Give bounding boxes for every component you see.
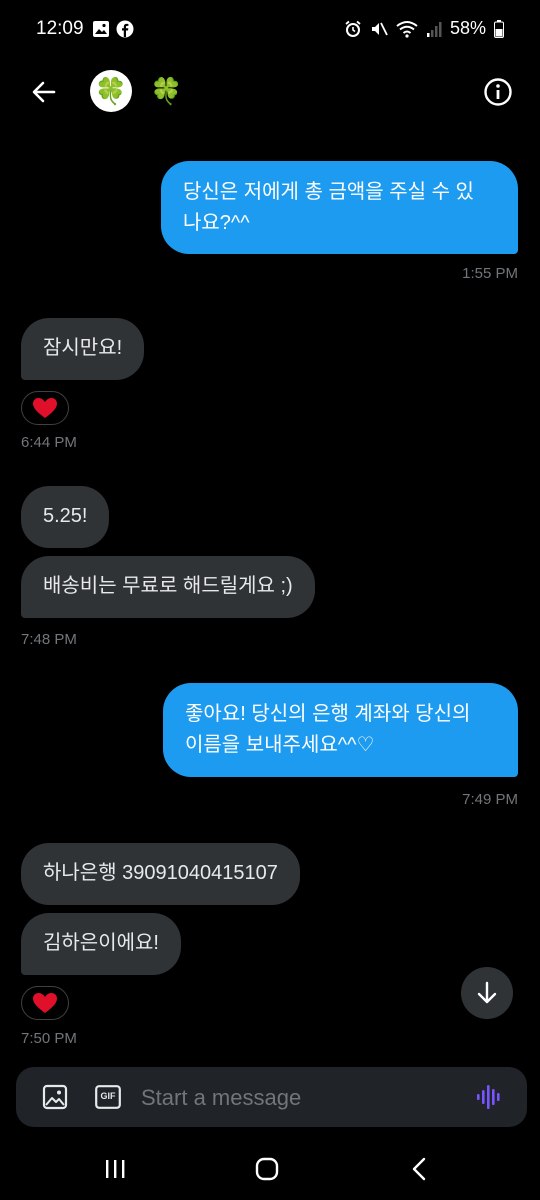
heart-icon bbox=[33, 398, 57, 418]
system-navigation-bar bbox=[0, 1140, 540, 1200]
scroll-to-bottom-button[interactable] bbox=[461, 967, 513, 1019]
message-incoming[interactable]: 5.25! bbox=[21, 486, 110, 548]
gif-label: GIF bbox=[100, 1091, 116, 1101]
message-input[interactable] bbox=[139, 1081, 463, 1115]
mute-icon bbox=[371, 22, 388, 35]
gallery-icon bbox=[93, 21, 109, 37]
info-icon[interactable] bbox=[482, 76, 514, 108]
message-timestamp: 7:49 PM bbox=[462, 791, 518, 808]
voice-message-icon[interactable] bbox=[476, 1083, 504, 1111]
home-icon[interactable] bbox=[255, 1157, 279, 1181]
wifi-icon bbox=[396, 20, 418, 38]
recent-apps-icon[interactable] bbox=[103, 1158, 127, 1180]
reaction-badge[interactable] bbox=[21, 391, 69, 425]
message-outgoing[interactable]: 좋아요! 당신의 은행 계좌와 당신의 이름을 보내주세요^^♡ bbox=[163, 683, 518, 777]
battery-icon bbox=[494, 19, 504, 38]
contact-name[interactable]: 🍀 bbox=[150, 76, 182, 107]
message-composer: GIF bbox=[16, 1067, 527, 1127]
message-outgoing[interactable]: 당신은 저에게 총 금액을 주실 수 있 나요?^^ bbox=[161, 161, 518, 254]
status-bar: 12:09 58% bbox=[0, 0, 540, 62]
conversation-header: 🍀 🍀 bbox=[0, 62, 540, 124]
message-incoming[interactable]: 하나은행 39091040415107 bbox=[21, 843, 300, 905]
message-incoming[interactable]: 김하은이에요! bbox=[21, 913, 181, 975]
arrow-down-icon bbox=[477, 981, 497, 1004]
image-icon[interactable] bbox=[42, 1084, 68, 1110]
status-time: 12:09 bbox=[36, 18, 84, 39]
message-timestamp: 7:50 PM bbox=[21, 1030, 77, 1047]
battery-percent: 58% bbox=[449, 18, 486, 38]
gif-button[interactable]: GIF bbox=[95, 1085, 121, 1109]
facebook-icon bbox=[116, 20, 134, 38]
back-arrow-icon[interactable] bbox=[28, 76, 60, 108]
heart-icon bbox=[33, 993, 57, 1013]
message-incoming[interactable]: 잠시만요! bbox=[21, 318, 145, 380]
alarm-icon bbox=[345, 20, 361, 37]
avatar[interactable]: 🍀 bbox=[90, 70, 132, 112]
avatar-clover: 🍀 bbox=[94, 75, 128, 106]
message-timestamp: 7:48 PM bbox=[21, 631, 77, 648]
message-timestamp: 1:55 PM bbox=[462, 265, 518, 282]
message-timestamp: 6:44 PM bbox=[21, 434, 77, 451]
reaction-badge[interactable] bbox=[21, 986, 69, 1020]
nav-back-icon[interactable] bbox=[408, 1157, 432, 1181]
signal-icon bbox=[426, 21, 442, 37]
message-incoming[interactable]: 배송비는 무료로 해드릴게요 ;) bbox=[21, 556, 315, 618]
